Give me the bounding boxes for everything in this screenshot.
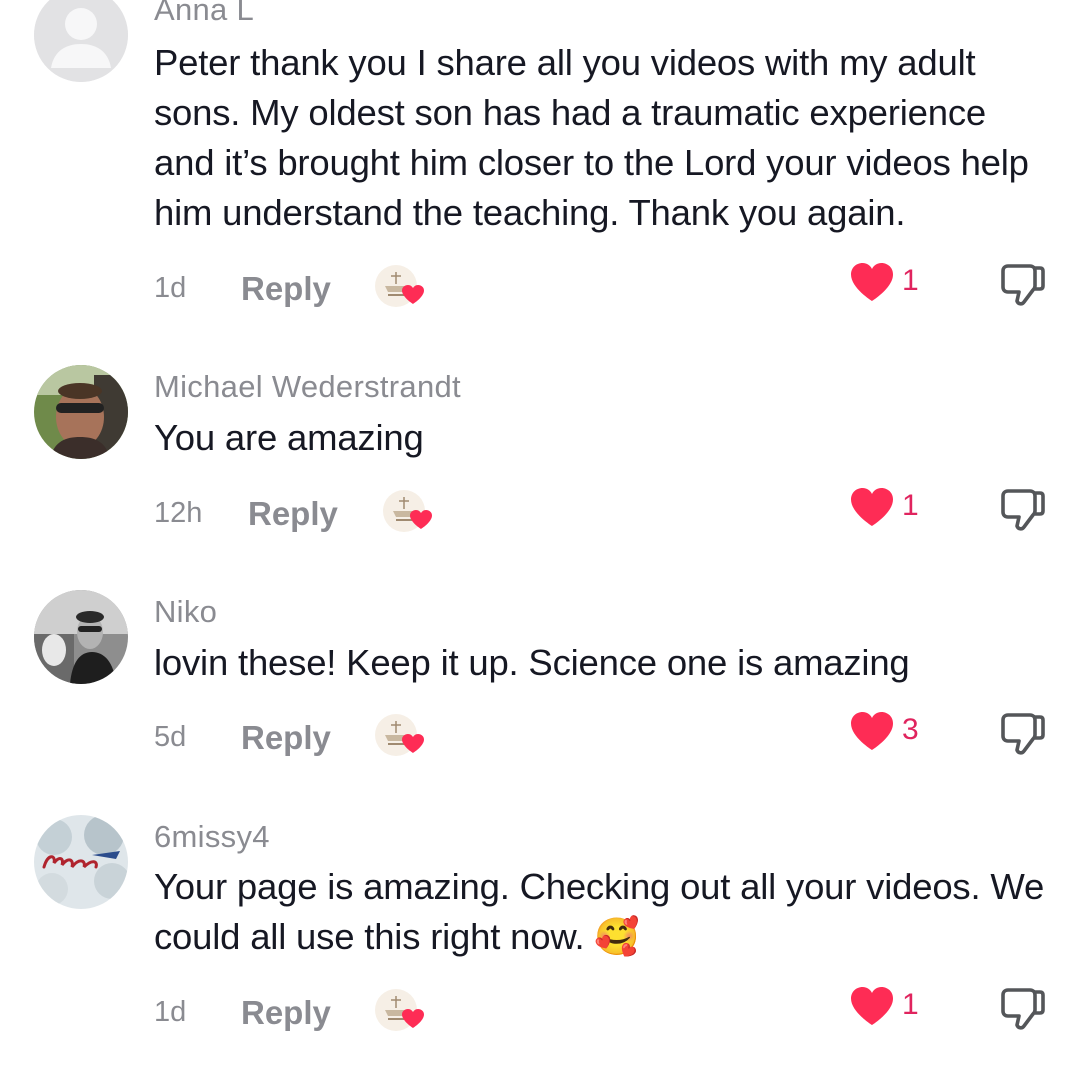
creator-liked-badge-icon bbox=[374, 262, 430, 312]
comment-timestamp: 1d bbox=[154, 996, 187, 1028]
comment-username[interactable]: Michael Wederstrandt bbox=[154, 369, 461, 405]
comment-timestamp: 5d bbox=[154, 721, 187, 753]
comment-timestamp: 12h bbox=[154, 497, 203, 529]
comment-text: You are amazing bbox=[154, 417, 424, 458]
like-count: 3 bbox=[902, 713, 919, 746]
comment-username[interactable]: 6missy4 bbox=[154, 819, 270, 855]
comment-text: Your page is amazing. Checking out all y… bbox=[154, 866, 1045, 957]
like-count: 1 bbox=[902, 988, 919, 1021]
heart-icon[interactable] bbox=[850, 986, 894, 1026]
like-count: 1 bbox=[902, 489, 919, 522]
thumbs-down-icon[interactable] bbox=[1000, 711, 1046, 757]
comment-text: Peter thank you I share all you videos w… bbox=[154, 42, 1029, 233]
like-count: 1 bbox=[902, 264, 919, 297]
creator-liked-badge-icon bbox=[374, 711, 430, 761]
thumbs-down-icon[interactable] bbox=[1000, 262, 1046, 308]
default-avatar-icon[interactable] bbox=[34, 0, 128, 82]
heart-icon[interactable] bbox=[850, 262, 894, 302]
reply-button[interactable]: Reply bbox=[248, 495, 338, 533]
creator-liked-badge-icon bbox=[382, 487, 438, 537]
reply-button[interactable]: Reply bbox=[241, 994, 331, 1032]
buffalo-avatar[interactable] bbox=[34, 815, 128, 909]
comments-screen: { "comments": [ { "username": "Anna L", … bbox=[0, 0, 1080, 1082]
thumbs-down-icon[interactable] bbox=[1000, 986, 1046, 1032]
comment-actions: 12h Reply 1 bbox=[0, 487, 1080, 547]
creator-liked-badge-icon bbox=[374, 986, 430, 1036]
heart-icon[interactable] bbox=[850, 711, 894, 751]
comment-username[interactable]: Anna L bbox=[154, 0, 254, 28]
comment-text: lovin these! Keep it up. Science one is … bbox=[154, 642, 910, 683]
reply-button[interactable]: Reply bbox=[241, 270, 331, 308]
comment-actions: 1d Reply 1 bbox=[0, 986, 1080, 1046]
heart-icon[interactable] bbox=[850, 487, 894, 527]
user-photo-avatar[interactable] bbox=[34, 590, 128, 684]
comment-actions: 5d Reply 3 bbox=[0, 711, 1080, 771]
thumbs-down-icon[interactable] bbox=[1000, 487, 1046, 533]
user-photo-avatar[interactable] bbox=[34, 365, 128, 459]
comment-actions: 1d Reply 1 bbox=[0, 262, 1080, 322]
comment-username[interactable]: Niko bbox=[154, 594, 217, 630]
reply-button[interactable]: Reply bbox=[241, 719, 331, 757]
comment-timestamp: 1d bbox=[154, 272, 187, 304]
